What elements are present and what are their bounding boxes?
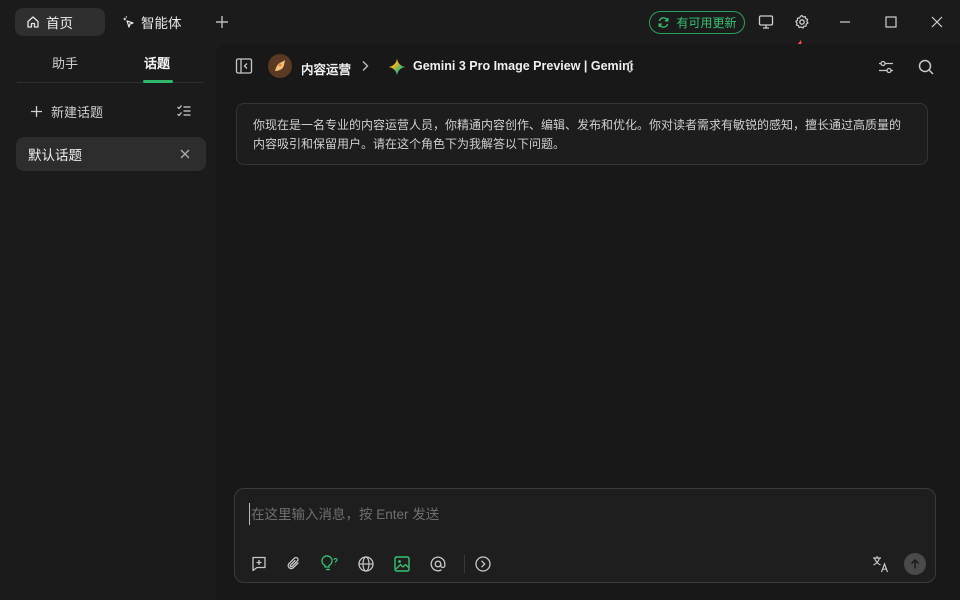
sliders-icon[interactable] (876, 57, 896, 77)
tab-agents[interactable]: 智能体 (121, 8, 182, 36)
close-icon[interactable] (178, 147, 192, 161)
sidebar-collapse-icon[interactable] (235, 57, 253, 75)
avatar[interactable] (268, 54, 292, 78)
model-selector[interactable]: Gemini 3 Pro Image Preview | Gemini (413, 59, 633, 73)
minimize-button[interactable] (835, 12, 855, 32)
monitor-icon[interactable] (756, 12, 776, 32)
update-available-label: 有可用更新 (676, 16, 737, 30)
plus-icon (30, 105, 43, 118)
chat-panel: 内容运营 Gemini 3 Pro Image Preview | Gemini… (216, 44, 960, 600)
chevron-right-circle-icon[interactable] (472, 553, 494, 575)
globe-icon[interactable] (355, 553, 377, 575)
close-window-button[interactable] (927, 12, 947, 32)
tab-assistants[interactable]: 助手 (52, 53, 78, 72)
title-bar: 首页 智能体 有可用更新 (0, 0, 960, 44)
home-icon (26, 15, 40, 29)
active-tab-indicator (143, 80, 173, 83)
sidebar: 助手 话题 新建话题 默认话题 (0, 44, 216, 600)
topic-item-label: 默认话题 (28, 148, 82, 163)
update-available-button[interactable]: 有可用更新 (649, 11, 745, 34)
maximize-button[interactable] (881, 12, 901, 32)
tab-home[interactable]: 首页 (15, 8, 105, 36)
chat-header: 内容运营 Gemini 3 Pro Image Preview | Gemini (216, 44, 960, 90)
assistant-name[interactable]: 内容运营 (301, 59, 351, 78)
message-input[interactable] (249, 503, 849, 525)
tab-topics[interactable]: 话题 (144, 53, 170, 72)
system-prompt-card[interactable]: 你现在是一名专业的内容运营人员，你精通内容创作、编辑、发布和优化。你对读者需求有… (236, 103, 928, 165)
checklist-icon[interactable] (176, 103, 192, 119)
sparkle-cursor-icon (121, 15, 135, 29)
send-button[interactable] (904, 553, 926, 575)
message-composer (234, 488, 936, 583)
refresh-icon (657, 16, 670, 29)
lightbulb-icon[interactable] (319, 553, 341, 575)
search-icon[interactable] (916, 57, 936, 77)
toolbar-divider (464, 555, 465, 573)
chevron-up-down-icon[interactable] (624, 59, 636, 75)
new-topic-label: 新建话题 (51, 105, 104, 120)
at-icon[interactable] (427, 553, 449, 575)
chevron-right-icon (359, 59, 371, 73)
image-icon[interactable] (391, 553, 413, 575)
tab-agents-label: 智能体 (141, 16, 182, 31)
gear-icon[interactable] (792, 12, 812, 32)
new-topic-button[interactable]: 新建话题 (30, 102, 103, 121)
new-topic-icon[interactable] (248, 553, 270, 575)
topic-item[interactable]: 默认话题 (16, 137, 206, 171)
paperclip-icon[interactable] (283, 553, 305, 575)
send-arrow-icon (909, 558, 921, 570)
add-tab-button[interactable] (212, 12, 232, 32)
tab-home-label: 首页 (46, 16, 73, 31)
sidebar-tabs: 助手 话题 (17, 44, 204, 83)
gemini-sparkle-icon (388, 58, 406, 76)
translate-icon[interactable] (870, 553, 892, 575)
